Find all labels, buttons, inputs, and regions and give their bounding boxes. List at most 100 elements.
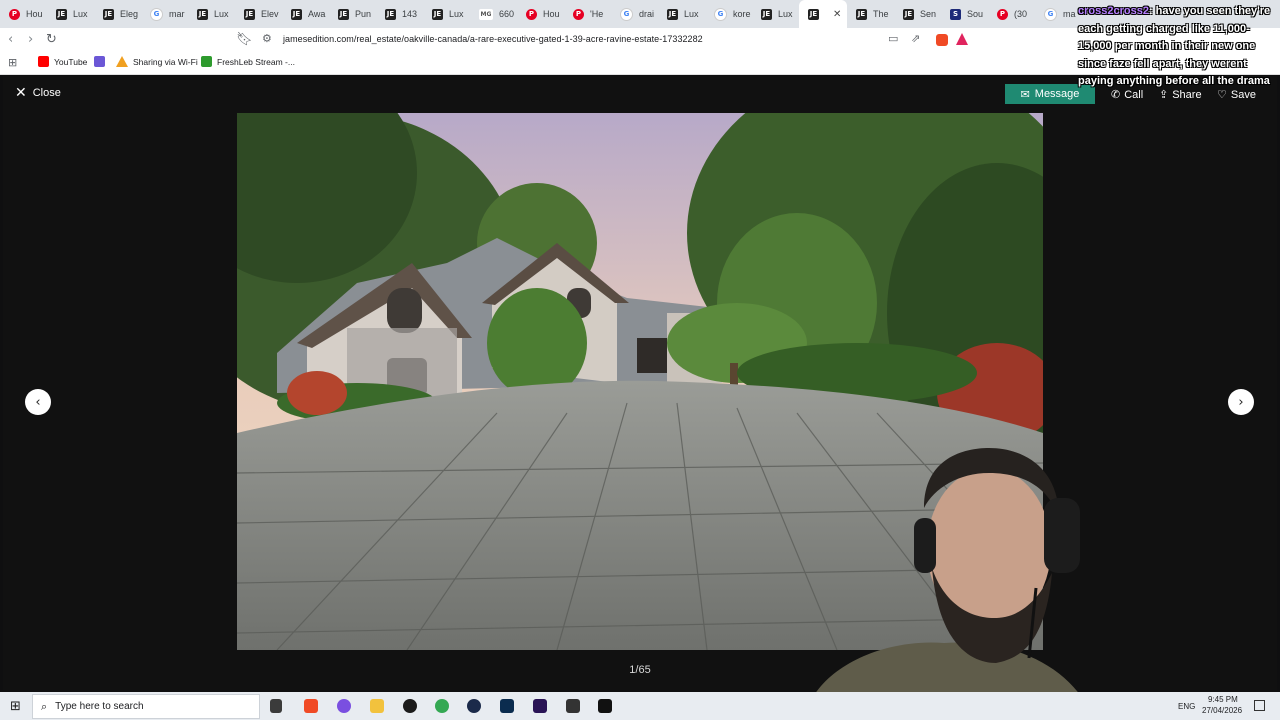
tab-label: Hou	[543, 9, 560, 19]
task-view-icon[interactable]	[270, 699, 282, 713]
bookmark-app[interactable]	[94, 56, 105, 67]
close-tab-icon[interactable]: ✕	[833, 9, 841, 20]
tab-label: The	[873, 9, 889, 19]
youtube-icon	[38, 56, 49, 67]
browser-tab[interactable]: JE Lux	[658, 0, 705, 28]
chat-username: cross2cross2	[1078, 5, 1149, 17]
taskbar-search-box[interactable]: ⌕ Type here to search	[32, 694, 260, 719]
tab-label: Lux	[73, 9, 88, 19]
tab-label: drai	[639, 9, 655, 19]
close-gallery-button[interactable]: ✕ Close	[15, 85, 61, 101]
browser-tab[interactable]: JE Lux	[423, 0, 470, 28]
google-icon: G	[714, 7, 727, 21]
google-icon: G	[1044, 7, 1057, 21]
capcut-icon[interactable]	[598, 699, 612, 713]
browser-tab[interactable]: JE 143	[376, 0, 423, 28]
jamesedition-icon: JE	[56, 8, 67, 20]
apps-grid-icon[interactable]: ⊞	[8, 56, 17, 69]
bookmark-freshleb[interactable]: FreshLeb Stream -...	[201, 56, 295, 67]
pinterest-icon: P	[573, 8, 584, 20]
bookmark-youtube[interactable]: YouTube	[38, 56, 87, 67]
tab-label: Awa	[308, 9, 326, 19]
chevron-left-icon: ‹	[35, 394, 41, 410]
browser-tab[interactable]: Gkore	[705, 0, 752, 28]
browser-tab[interactable]: Gmar	[141, 0, 188, 28]
close-icon: ✕	[15, 85, 27, 101]
warning-icon	[116, 56, 128, 67]
file-explorer-icon[interactable]	[370, 699, 384, 713]
jamesedition-icon: JE	[667, 8, 678, 20]
tab-label: Lux	[684, 9, 699, 19]
next-photo-button[interactable]: ›	[1228, 389, 1254, 415]
tab-label: Lux	[449, 9, 464, 19]
bookmark-icon[interactable]: 🔖︎	[236, 32, 253, 47]
steam-icon[interactable]	[467, 699, 481, 713]
messenger-icon[interactable]	[337, 699, 351, 713]
photoshop-icon[interactable]	[500, 699, 514, 713]
browser-tab[interactable]: JE The	[847, 0, 894, 28]
browser-tab[interactable]: P Hou	[0, 0, 47, 28]
windows-taskbar: ⊞ ⌕ Type here to search ENG 9:45 PM 27/0…	[0, 692, 1280, 720]
google-icon: G	[620, 7, 633, 21]
brave-shield-icon[interactable]	[936, 34, 948, 46]
browser-tab[interactable]: JE Sen	[894, 0, 941, 28]
browser-tab[interactable]: JE Lux	[188, 0, 235, 28]
brave-browser-icon[interactable]	[304, 699, 318, 713]
search-placeholder: Type here to search	[55, 701, 144, 712]
tab-label: 660	[499, 9, 515, 19]
app-icon	[94, 56, 105, 67]
windows-start-icon[interactable]: ⊞	[10, 699, 21, 714]
search-icon: ⌕	[41, 699, 48, 713]
browser-tab[interactable]: JE Pun	[329, 0, 376, 28]
mg-icon: MG	[479, 8, 493, 20]
url-field[interactable]: ⚙︎ jamesedition.com/real_estate/oakville…	[256, 30, 976, 50]
browser-tab[interactable]: Gma	[1035, 0, 1082, 28]
chrome-icon[interactable]	[435, 699, 449, 713]
brave-rewards-icon[interactable]	[956, 33, 968, 45]
pinterest-icon: P	[526, 8, 537, 20]
chevron-right-icon: ›	[1238, 394, 1244, 410]
bookmark-label: Sharing via Wi-Fi	[133, 56, 198, 67]
tab-label: (30	[1014, 9, 1028, 19]
back-icon[interactable]: ‹	[8, 32, 13, 47]
forward-icon[interactable]: ›	[28, 32, 33, 47]
tab-label: 'He	[590, 9, 604, 19]
mail-icon: ✉	[1020, 87, 1030, 101]
site-info-icon[interactable]: ⚙︎	[262, 32, 272, 45]
browser-tab[interactable]: S Sou	[941, 0, 988, 28]
tab-label: mar	[169, 9, 185, 19]
notification-icon[interactable]	[1254, 700, 1265, 711]
browser-tab[interactable]: MG 660	[470, 0, 517, 28]
browser-tab[interactable]: JE Lux	[752, 0, 799, 28]
clock-time[interactable]: 9:45 PM	[1208, 695, 1238, 704]
jamesedition-icon: JE	[291, 8, 302, 20]
sotheby-icon: S	[950, 8, 961, 20]
streamer-webcam	[804, 448, 1094, 720]
browser-tab[interactable]: JE Eleg	[94, 0, 141, 28]
vm-icon[interactable]	[566, 699, 580, 713]
previous-photo-button[interactable]: ‹	[25, 389, 51, 415]
jamesedition-icon: JE	[197, 8, 208, 20]
browser-tab[interactable]: P Hou	[517, 0, 564, 28]
tab-label: Pun	[355, 9, 372, 19]
premiere-icon[interactable]	[533, 699, 547, 713]
message-label: Message	[1034, 88, 1080, 100]
language-indicator[interactable]: ENG	[1178, 702, 1195, 711]
chat-message: : have you seen they're each getting cha…	[1078, 5, 1271, 87]
jamesedition-icon: JE	[103, 8, 114, 20]
app-red-icon[interactable]	[403, 699, 417, 713]
jamesedition-icon: JE	[903, 8, 914, 20]
reload-icon[interactable]: ↻	[46, 32, 57, 47]
browser-tab[interactable]: Gdrai	[611, 0, 658, 28]
browser-tab[interactable]: P 'He	[564, 0, 611, 28]
cast-icon[interactable]: ▭	[888, 32, 898, 45]
clock-date[interactable]: 27/04/2026	[1202, 706, 1242, 715]
share-page-icon[interactable]: ⇗	[911, 32, 920, 45]
browser-tab[interactable]: JE Awa	[282, 0, 329, 28]
browser-tab[interactable]: JE ✕	[799, 0, 847, 28]
browser-tab[interactable]: P (30	[988, 0, 1035, 28]
bookmark-label: FreshLeb Stream -...	[217, 56, 295, 67]
browser-tab[interactable]: JE Lux	[47, 0, 94, 28]
browser-tab[interactable]: JE Elev	[235, 0, 282, 28]
bookmark-sharing-wifi[interactable]: Sharing via Wi-Fi	[116, 56, 198, 67]
